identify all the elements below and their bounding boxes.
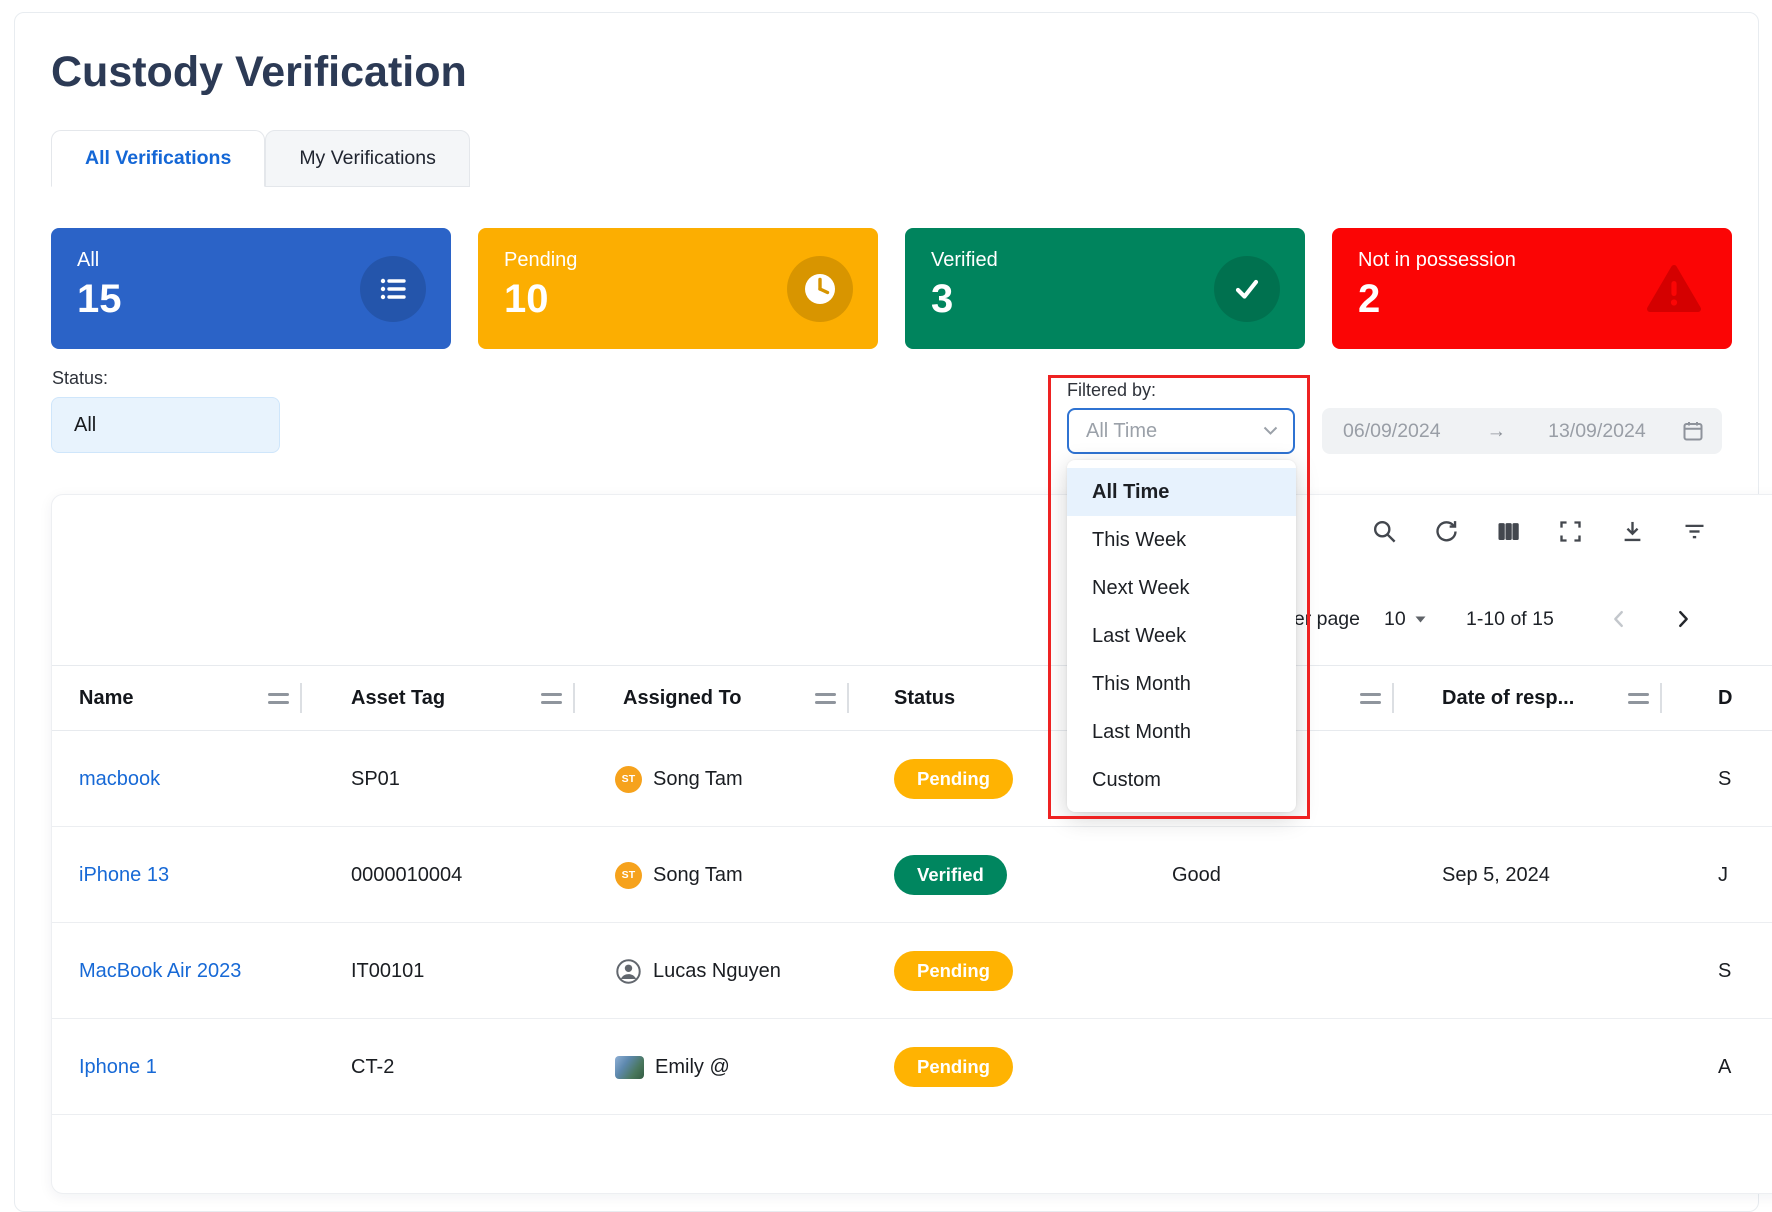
person-icon	[615, 958, 642, 985]
table-toolbar	[1370, 517, 1708, 545]
column-header-assigned-to[interactable]: Assigned To	[623, 666, 742, 730]
tab-all-verifications[interactable]: All Verifications	[51, 130, 265, 187]
filter-dropdown-menu: All Time This Week Next Week Last Week T…	[1067, 460, 1296, 812]
verifications-table: Rows per page 10 1-10 of 15 Name Asset T…	[51, 494, 1772, 1194]
assignee-name: Lucas Nguyen	[653, 960, 781, 983]
column-resize-handle[interactable]	[1628, 666, 1662, 730]
date-from-value: 06/09/2024	[1343, 420, 1441, 443]
table-row: Iphone 1 CT-2 Emily @ Pending A	[52, 1019, 1772, 1115]
date-range-input[interactable]: 06/09/2024 → 13/09/2024	[1322, 408, 1722, 454]
asset-link[interactable]: Iphone 1	[79, 1056, 157, 1079]
date-of-resp-cell: Sep 5, 2024	[1442, 827, 1550, 923]
table-row: macbook SP01 ST Song Tam Pending S	[52, 731, 1772, 827]
check-circle-icon	[1214, 256, 1280, 322]
pagination-range: 1-10 of 15	[1466, 597, 1554, 641]
assignee-name: Song Tam	[653, 864, 743, 887]
column-header-status[interactable]: Status	[894, 666, 955, 730]
calendar-icon	[1681, 419, 1705, 443]
tab-my-verifications[interactable]: My Verifications	[265, 130, 470, 187]
dropdown-option-custom[interactable]: Custom	[1067, 756, 1296, 804]
stat-cards: All 15 Pending 10 Verified 3	[51, 228, 1732, 349]
dropdown-option-this-week[interactable]: This Week	[1067, 516, 1296, 564]
asset-link[interactable]: macbook	[79, 768, 160, 791]
column-resize-handle[interactable]	[1360, 666, 1394, 730]
status-filter-select[interactable]: All	[51, 397, 280, 453]
column-header-name[interactable]: Name	[79, 666, 133, 730]
cut-column-cell: J	[1718, 827, 1728, 923]
filter-icon[interactable]	[1680, 517, 1708, 545]
column-header-date-of-resp[interactable]: Date of resp...	[1442, 666, 1574, 730]
caret-down-icon	[1415, 616, 1426, 623]
column-resize-handle[interactable]	[815, 666, 849, 730]
download-icon[interactable]	[1618, 517, 1646, 545]
stat-card-all[interactable]: All 15	[51, 228, 451, 349]
status-badge: Verified	[894, 855, 1007, 895]
page-size-select[interactable]: 10	[1384, 597, 1426, 641]
stat-card-verified[interactable]: Verified 3	[905, 228, 1305, 349]
fullscreen-icon[interactable]	[1556, 517, 1584, 545]
status-badge: Pending	[894, 759, 1013, 799]
table-pagination: Rows per page 10 1-10 of 15	[52, 597, 1772, 641]
status-filter-value: All	[74, 414, 96, 437]
date-to-value: 13/09/2024	[1548, 420, 1646, 443]
table-header-row: Name Asset Tag Assigned To Status Date o…	[52, 665, 1772, 731]
status-badge: Pending	[894, 1047, 1013, 1087]
status-badge: Pending	[894, 951, 1013, 991]
asset-link[interactable]: MacBook Air 2023	[79, 960, 241, 983]
avatar: ST	[615, 862, 642, 889]
stat-card-pending[interactable]: Pending 10	[478, 228, 878, 349]
page-size-value: 10	[1384, 608, 1406, 631]
cut-column-cell: S	[1718, 923, 1731, 1019]
assigned-to-cell: Emily @	[615, 1019, 730, 1115]
dropdown-option-all-time[interactable]: All Time	[1067, 468, 1296, 516]
cut-column-cell: S	[1718, 731, 1731, 827]
filtered-by-label: Filtered by:	[1067, 380, 1156, 401]
search-icon[interactable]	[1370, 517, 1398, 545]
date-range-arrow: →	[1487, 420, 1507, 443]
tab-bar: All Verifications My Verifications	[51, 130, 470, 187]
filtered-by-value: All Time	[1086, 420, 1157, 443]
next-page-button[interactable]	[1668, 597, 1698, 641]
assignee-name: Emily @	[655, 1056, 730, 1079]
assignee-name: Song Tam	[653, 768, 743, 791]
dropdown-option-last-month[interactable]: Last Month	[1067, 708, 1296, 756]
asset-tag-cell: IT00101	[351, 923, 424, 1019]
asset-tag-cell: CT-2	[351, 1019, 394, 1115]
column-resize-handle[interactable]	[541, 666, 575, 730]
prev-page-button[interactable]	[1604, 597, 1634, 641]
assigned-to-cell: Lucas Nguyen	[615, 923, 781, 1019]
cut-column-cell: A	[1718, 1019, 1731, 1115]
column-resize-handle[interactable]	[268, 666, 302, 730]
list-icon	[360, 256, 426, 322]
warning-triangle-icon	[1641, 256, 1707, 322]
dropdown-option-next-week[interactable]: Next Week	[1067, 564, 1296, 612]
clock-icon	[787, 256, 853, 322]
column-header-cut[interactable]: D	[1718, 666, 1732, 730]
dropdown-option-last-week[interactable]: Last Week	[1067, 612, 1296, 660]
asset-tag-cell: SP01	[351, 731, 400, 827]
dropdown-option-this-month[interactable]: This Month	[1067, 660, 1296, 708]
asset-tag-cell: 0000010004	[351, 827, 462, 923]
stat-card-not-in-possession[interactable]: Not in possession 2	[1332, 228, 1732, 349]
table-row: iPhone 13 0000010004 ST Song Tam Verifie…	[52, 827, 1772, 923]
chevron-down-icon	[1263, 426, 1278, 436]
condition-cell: Good	[1172, 827, 1221, 923]
assigned-to-cell: ST Song Tam	[615, 731, 743, 827]
column-header-asset-tag[interactable]: Asset Tag	[351, 666, 445, 730]
assigned-to-cell: ST Song Tam	[615, 827, 743, 923]
columns-icon[interactable]	[1494, 517, 1522, 545]
table-row: MacBook Air 2023 IT00101 Lucas Nguyen Pe…	[52, 923, 1772, 1019]
avatar-photo	[615, 1056, 644, 1079]
asset-link[interactable]: iPhone 13	[79, 864, 169, 887]
refresh-icon[interactable]	[1432, 517, 1460, 545]
status-filter-label: Status:	[52, 368, 108, 389]
avatar: ST	[615, 766, 642, 793]
page-title: Custody Verification	[51, 48, 467, 97]
filtered-by-select[interactable]: All Time	[1067, 408, 1295, 454]
